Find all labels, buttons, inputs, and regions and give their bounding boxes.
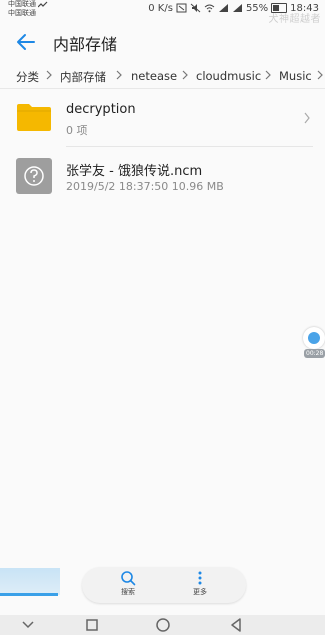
- list-item-folder[interactable]: decryption 0 项: [0, 95, 325, 150]
- app-header: 内部存储: [0, 22, 325, 62]
- screen-recorder-button[interactable]: [303, 327, 325, 349]
- progress-bar: [0, 593, 58, 596]
- file-meta: 0 项: [66, 124, 88, 137]
- breadcrumb-item-internal-storage[interactable]: 内部存储: [60, 69, 106, 85]
- chevron-right-icon: [182, 70, 188, 80]
- breadcrumb-item-netease[interactable]: netease: [131, 69, 177, 83]
- signal-icon-1: [218, 4, 228, 12]
- signal-small-icon: [38, 1, 48, 8]
- more-vertical-icon: [198, 571, 202, 585]
- breadcrumb: 分类 内部存储 netease cloudmusic Music: [0, 65, 325, 87]
- signal-icon-2: [232, 4, 242, 12]
- mute-icon: [190, 3, 201, 13]
- search-icon: [121, 571, 136, 586]
- recents-square-icon[interactable]: [84, 617, 100, 633]
- breadcrumb-divider: [0, 88, 325, 89]
- network-speed: 0 K/s: [148, 2, 173, 14]
- carrier-label-2: 中国联通: [8, 9, 36, 17]
- battery-percent: 55%: [245, 2, 269, 14]
- row-divider: [66, 146, 313, 147]
- chevron-right-icon: [265, 70, 271, 80]
- page-title: 内部存储: [53, 35, 118, 54]
- list-item-file[interactable]: 张学友 - 饿狼传说.ncm 2019/5/2 18:37:50 10.96 M…: [0, 154, 325, 204]
- unknown-file-icon: [16, 158, 52, 194]
- chevron-right-icon: [46, 70, 52, 80]
- more-button[interactable]: 更多: [180, 569, 220, 601]
- file-name: decryption: [66, 102, 136, 117]
- chevron-right-icon: [116, 70, 122, 80]
- record-dot-icon: [308, 332, 320, 344]
- search-button[interactable]: 搜索: [108, 569, 148, 601]
- back-button[interactable]: [12, 28, 40, 56]
- file-name: 张学友 - 饿狼传说.ncm: [66, 164, 203, 179]
- search-label: 搜索: [121, 588, 135, 596]
- chevron-right-icon: [304, 112, 310, 124]
- carrier-info: 中国联通 中国联通: [8, 0, 36, 18]
- bottom-toolbar: 搜索 更多: [82, 567, 246, 603]
- carrier-label-1: 中国联通: [8, 0, 36, 8]
- folder-icon: [17, 104, 51, 131]
- status-bar: 中国联通 中国联通 0 K/s 55% 18:43 犬神超越者: [0, 0, 325, 25]
- navigation-bar: [0, 615, 325, 635]
- back-triangle-icon[interactable]: [228, 617, 244, 633]
- recording-time: 00:28: [304, 349, 325, 358]
- file-meta: 2019/5/2 18:37:50 10.96 MB: [66, 180, 224, 193]
- nfc-icon: [176, 3, 187, 13]
- wifi-icon: [204, 4, 215, 13]
- breadcrumb-item-music[interactable]: Music: [279, 69, 312, 83]
- hide-nav-chevron-icon[interactable]: [20, 617, 36, 633]
- back-arrow-icon: [17, 34, 35, 50]
- home-circle-icon[interactable]: [155, 617, 171, 633]
- breadcrumb-item-category[interactable]: 分类: [16, 69, 39, 85]
- breadcrumb-item-cloudmusic[interactable]: cloudmusic: [196, 69, 261, 83]
- overlay-strip: [0, 568, 60, 595]
- chevron-right-icon: [317, 70, 323, 80]
- more-label: 更多: [193, 588, 207, 596]
